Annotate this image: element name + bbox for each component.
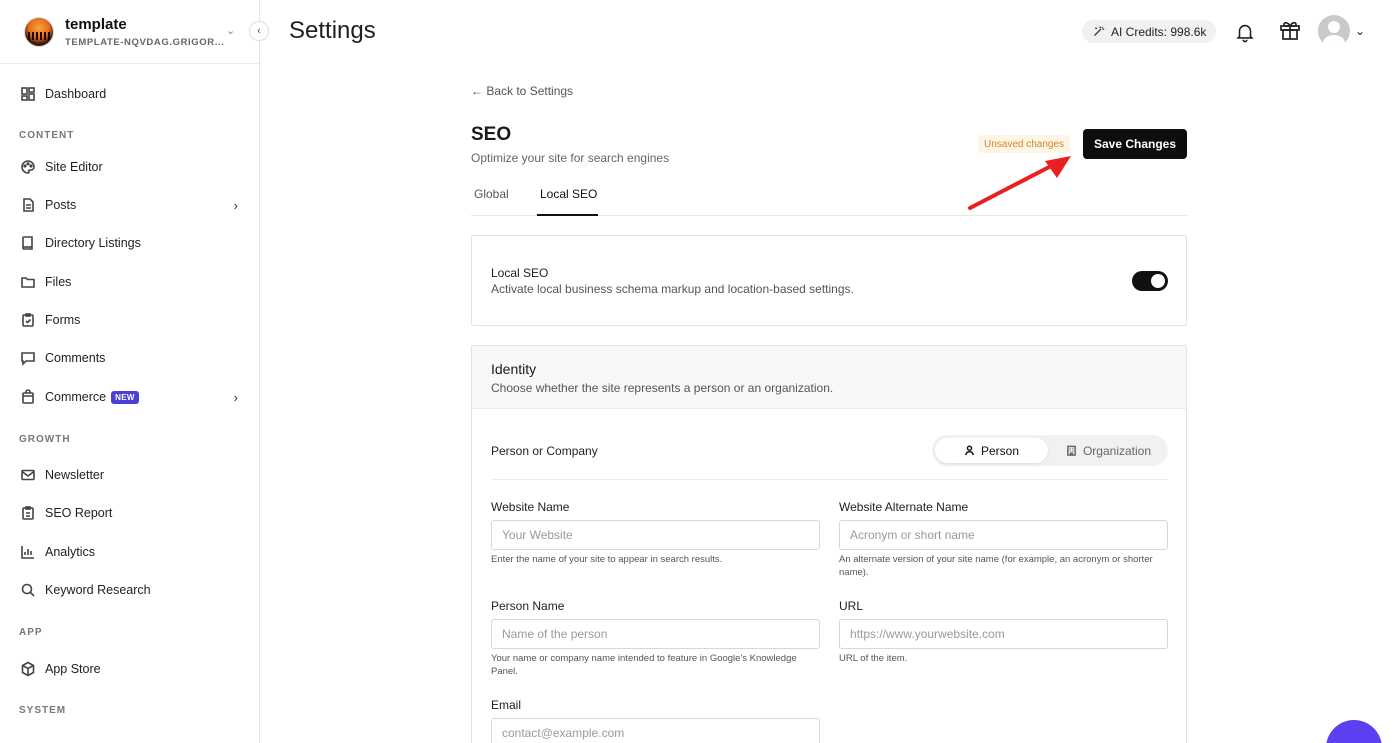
option-organization[interactable]: Organization xyxy=(1052,438,1165,463)
sidebar-item-comments[interactable]: Comments xyxy=(20,346,242,370)
building-icon xyxy=(1067,445,1076,456)
comment-icon xyxy=(20,350,36,366)
url-help: URL of the item. xyxy=(839,653,908,664)
email-input[interactable] xyxy=(491,718,820,743)
back-to-settings-link[interactable]: ← Back to Settings xyxy=(471,84,573,98)
magic-wand-icon xyxy=(1093,26,1105,37)
url-input[interactable] xyxy=(839,619,1168,649)
clipboard-icon xyxy=(20,312,36,328)
person-name-label: Person Name xyxy=(491,599,565,613)
local-seo-toggle[interactable] xyxy=(1132,271,1168,291)
collapse-sidebar-button[interactable]: ‹ xyxy=(249,21,269,41)
avatar[interactable] xyxy=(1318,15,1350,47)
bag-icon xyxy=(20,389,36,405)
identity-segmented-control: Person Organization xyxy=(932,435,1168,466)
website-alternate-name-input[interactable] xyxy=(839,520,1168,550)
seo-tabs: Global Local SEO xyxy=(471,180,1187,216)
sidebar-item-directory-listings[interactable]: Directory Listings xyxy=(20,231,242,255)
person-name-help: Your name or company name intended to fe… xyxy=(491,653,797,677)
folder-icon xyxy=(20,274,36,290)
local-seo-description: Activate local business schema markup an… xyxy=(491,282,854,296)
section-growth: GROWTH xyxy=(19,434,71,445)
identity-title: Identity xyxy=(491,361,537,377)
sidebar-item-files[interactable]: Files xyxy=(20,270,242,294)
section-title: SEO xyxy=(471,124,512,145)
book-icon xyxy=(20,235,36,251)
chevron-down-icon[interactable]: ⌄ xyxy=(1355,24,1365,38)
search-icon xyxy=(20,582,36,598)
sidebar-item-site-editor[interactable]: Site Editor xyxy=(20,155,242,179)
bell-icon[interactable] xyxy=(1234,21,1256,43)
sidebar-item-keyword-research[interactable]: Keyword Research xyxy=(20,578,242,602)
unsaved-changes-badge: Unsaved changes xyxy=(978,135,1071,153)
site-logo xyxy=(24,16,54,47)
sidebar-item-newsletter[interactable]: Newsletter xyxy=(20,463,242,487)
chat-widget-button[interactable] xyxy=(1326,720,1382,743)
sidebar-item-app-store[interactable]: App Store xyxy=(20,657,242,681)
user-icon xyxy=(964,445,975,456)
identity-card: Identity Choose whether the site represe… xyxy=(471,345,1187,743)
new-badge: NEW xyxy=(111,390,139,404)
sidebar-item-dashboard[interactable]: Dashboard xyxy=(20,82,242,106)
website-name-help: Enter the name of your site to appear in… xyxy=(491,554,723,565)
page-title: Settings xyxy=(289,17,376,44)
email-label: Email xyxy=(491,698,522,712)
save-changes-button[interactable]: Save Changes xyxy=(1083,129,1187,159)
section-content: CONTENT xyxy=(19,130,75,141)
divider xyxy=(491,479,1168,480)
website-alternate-name-label: Website Alternate Name xyxy=(839,500,969,514)
document-icon xyxy=(20,197,36,213)
ai-credits[interactable]: AI Credits: 998.6k xyxy=(1082,20,1217,43)
site-switcher[interactable]: template TEMPLATE-NQVDAG.GRIGOR... ⌄ xyxy=(0,0,259,64)
chevron-right-icon: › xyxy=(233,389,238,405)
sidebar-item-posts[interactable]: Posts › xyxy=(20,193,242,217)
site-name: template xyxy=(65,15,127,33)
chevron-right-icon: › xyxy=(233,197,238,213)
tab-global[interactable]: Global xyxy=(474,187,509,201)
chevron-down-icon[interactable]: ⌄ xyxy=(226,24,235,37)
sidebar: template TEMPLATE-NQVDAG.GRIGOR... ⌄ ‹ D… xyxy=(0,0,269,743)
website-name-label: Website Name xyxy=(491,500,570,514)
sidebar-item-forms[interactable]: Forms xyxy=(20,308,242,332)
active-tab-indicator xyxy=(537,214,598,216)
sidebar-item-commerce[interactable]: Commerce NEW › xyxy=(20,385,242,409)
person-or-company-label: Person or Company xyxy=(491,444,598,458)
local-seo-card: Local SEO Activate local business schema… xyxy=(471,235,1187,326)
section-system: SYSTEM xyxy=(19,705,67,716)
site-subdomain: TEMPLATE-NQVDAG.GRIGOR... xyxy=(65,36,225,48)
option-person[interactable]: Person xyxy=(935,438,1048,463)
section-app: APP xyxy=(19,627,43,638)
bar-chart-icon xyxy=(20,544,36,560)
package-icon xyxy=(20,661,36,677)
mail-icon xyxy=(20,467,36,483)
tab-local-seo[interactable]: Local SEO xyxy=(540,187,597,201)
section-subtitle: Optimize your site for search engines xyxy=(471,151,670,165)
palette-icon xyxy=(20,159,36,175)
website-name-input[interactable] xyxy=(491,520,820,550)
person-name-input[interactable] xyxy=(491,619,820,649)
website-alternate-name-help: An alternate version of your site name (… xyxy=(839,554,1153,578)
clipboard-icon xyxy=(20,505,36,521)
sidebar-item-analytics[interactable]: Analytics xyxy=(20,540,242,564)
url-label: URL xyxy=(839,599,864,613)
dashboard-icon xyxy=(20,86,36,102)
gift-icon[interactable] xyxy=(1278,18,1302,42)
sidebar-item-seo-report[interactable]: SEO Report xyxy=(20,501,242,525)
identity-description: Choose whether the site represents a per… xyxy=(491,381,834,395)
local-seo-label: Local SEO xyxy=(491,266,549,280)
